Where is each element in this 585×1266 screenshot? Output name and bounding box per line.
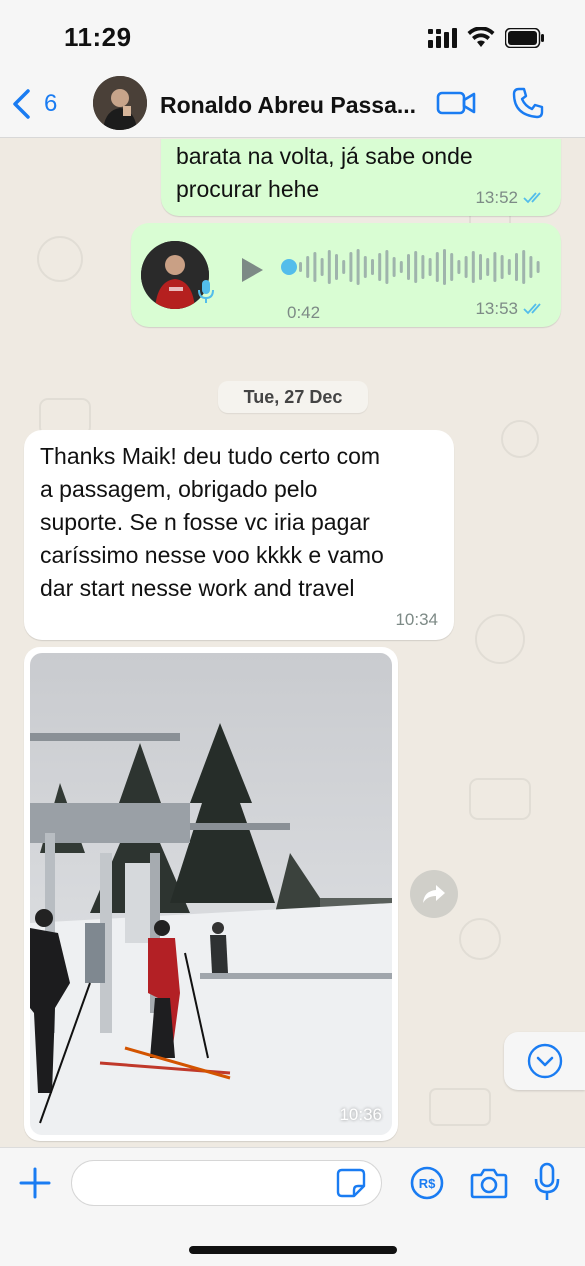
back-chevron-icon	[13, 89, 30, 119]
message-time: 13:52	[475, 188, 518, 207]
voice-duration: 0:42	[287, 303, 321, 322]
waveform-bar	[479, 254, 482, 280]
waveform-bar	[457, 260, 461, 274]
wifi-icon	[467, 27, 495, 47]
back-button[interactable]: 6	[10, 84, 70, 124]
message-meta: 10:34	[395, 610, 438, 630]
waveform-bar	[443, 249, 446, 285]
waveform-bar	[299, 262, 302, 272]
playhead[interactable]	[281, 259, 297, 275]
waveform-bar	[529, 256, 533, 278]
message-text: Thanks Maik! deu tudo certo com a passag…	[40, 443, 384, 601]
svg-text:R$: R$	[419, 1176, 436, 1191]
waveform-bar	[371, 259, 374, 275]
waveform-bar	[349, 252, 353, 282]
chat-area[interactable]: barata na volta, já sabe onde procurar h…	[0, 139, 585, 1147]
contact-name[interactable]: Ronaldo Abreu Passa...	[160, 92, 425, 119]
forward-icon	[423, 885, 445, 903]
double-check-icon	[523, 303, 541, 315]
video-call-icon[interactable]	[436, 88, 476, 118]
ski-resort-photo	[30, 653, 392, 1135]
waveform-bar	[356, 249, 360, 285]
battery-icon	[505, 28, 544, 48]
photo-message[interactable]: 10:36	[24, 647, 398, 1141]
waveform-bar	[500, 255, 504, 279]
photo-time: 10:36	[339, 1105, 382, 1124]
waveform-bar	[450, 253, 454, 281]
message-text: barata na volta, já sabe onde procurar h…	[176, 143, 473, 202]
message-time: 13:53	[475, 299, 518, 318]
phone-icon[interactable]	[511, 86, 545, 120]
mic-icon[interactable]	[533, 1162, 561, 1202]
payment-icon[interactable]: R$	[410, 1166, 444, 1200]
plus-icon[interactable]	[18, 1166, 52, 1200]
message-time: 10:34	[395, 610, 438, 629]
waveform-bar	[515, 253, 518, 281]
mic-icon	[198, 280, 214, 303]
waveform-bar	[522, 250, 526, 284]
waveform-bar	[536, 261, 540, 273]
waveform-bar	[493, 252, 497, 282]
waveform-bar	[414, 251, 418, 283]
voice-waveform[interactable]	[281, 247, 541, 287]
waveform-bar	[399, 261, 403, 273]
waveform-bar	[464, 256, 468, 278]
voice-message[interactable]: 0:42 13:53	[131, 223, 561, 327]
home-indicator	[189, 1246, 397, 1254]
waveform-bar	[421, 255, 425, 279]
chat-header: 6 Ronaldo Abreu Passa...	[0, 74, 585, 138]
message-outgoing[interactable]: barata na volta, já sabe onde procurar h…	[161, 139, 561, 216]
waveform-bar	[392, 257, 396, 277]
waveform-bar	[320, 258, 324, 276]
scroll-to-bottom-button[interactable]	[504, 1032, 585, 1090]
sticker-icon[interactable]	[336, 1168, 366, 1198]
waveform-bar	[378, 253, 382, 281]
status-time: 11:29	[64, 22, 132, 52]
waveform-bar	[327, 250, 331, 284]
waveform-bar	[428, 258, 432, 276]
cellular-signal-icon	[428, 28, 457, 48]
waveform-bar	[435, 252, 439, 282]
message-meta: 13:52	[475, 188, 547, 208]
photo-image[interactable]: 10:36	[30, 653, 392, 1135]
waveform-bar	[363, 256, 367, 278]
waveform-bar	[507, 259, 511, 275]
composer-bar: R$	[0, 1147, 585, 1266]
unread-count: 6	[44, 90, 58, 117]
message-meta: 13:53	[475, 299, 547, 319]
chevron-down-icon	[527, 1043, 562, 1079]
camera-icon[interactable]	[470, 1166, 508, 1200]
message-incoming[interactable]: Thanks Maik! deu tudo certo com a passag…	[24, 430, 454, 640]
waveform-bar	[486, 258, 490, 276]
status-bar: 11:29	[0, 0, 585, 74]
waveform-bar	[385, 250, 389, 284]
waveform-bar	[313, 252, 317, 282]
waveform-bar	[407, 254, 410, 280]
waveform-bar	[342, 260, 346, 274]
double-check-icon	[523, 192, 541, 204]
date-separator: Tue, 27 Dec	[218, 381, 368, 413]
forward-button[interactable]	[410, 870, 458, 918]
waveform-bar	[335, 254, 338, 280]
waveform-bar	[471, 251, 475, 283]
avatar-photo	[93, 76, 147, 130]
play-icon[interactable]	[239, 257, 265, 283]
waveform-bar	[306, 256, 310, 278]
contact-avatar[interactable]	[93, 76, 147, 130]
